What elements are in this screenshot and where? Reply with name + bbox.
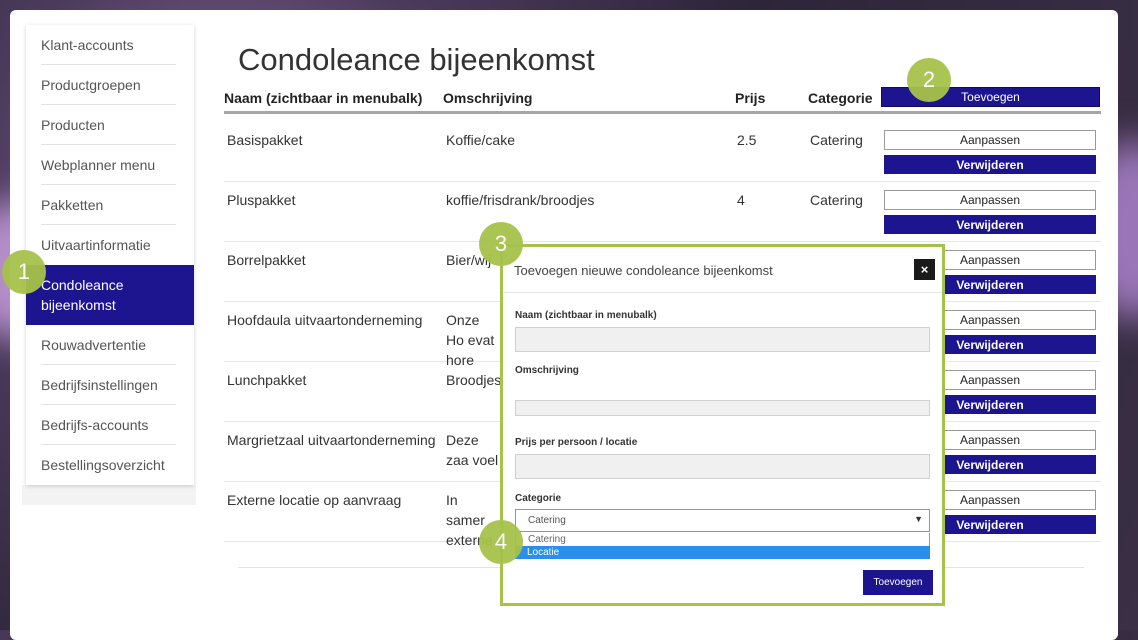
sidebar-item-label: Klant-accounts bbox=[41, 37, 134, 53]
description-field[interactable] bbox=[515, 400, 930, 416]
sidebar-item-condoleance-bijeenkomst[interactable]: Condoleance bijeenkomst bbox=[26, 265, 194, 325]
category-option-locatie[interactable]: Locatie bbox=[515, 546, 930, 559]
add-modal: Toevoegen nieuwe condoleance bijeenkomst… bbox=[500, 244, 945, 606]
table-row: Pluspakket koffie/frisdrank/broodjes 4 C… bbox=[224, 181, 1101, 242]
price-field-label: Prijs per persoon / locatie bbox=[515, 437, 638, 448]
sidebar-item-label: Pakketten bbox=[41, 197, 104, 213]
sidebar-item-label: Condoleance bijeenkomst bbox=[41, 277, 124, 313]
delete-button[interactable]: Verwijderen bbox=[884, 215, 1096, 234]
row-name: Basispakket bbox=[227, 132, 303, 148]
row-category: Catering bbox=[810, 132, 863, 148]
name-field[interactable] bbox=[515, 327, 930, 352]
sidebar-item-producten[interactable]: Producten bbox=[26, 105, 194, 145]
sidebar-item-rouwadvertentie[interactable]: Rouwadvertentie bbox=[26, 325, 194, 365]
sidebar-item-label: Rouwadvertentie bbox=[41, 337, 147, 353]
row-description: Deze zaa voel bbox=[446, 432, 499, 468]
row-price: 2.5 bbox=[737, 132, 757, 148]
category-field-label: Categorie bbox=[515, 493, 562, 504]
row-description: Koffie/cake bbox=[446, 132, 516, 148]
close-icon[interactable]: × bbox=[914, 259, 935, 280]
price-field[interactable] bbox=[515, 454, 930, 479]
sidebar-item-label: Bedrijfsinstellingen bbox=[41, 377, 158, 393]
table-header-divider bbox=[224, 111, 1101, 114]
row-category: Catering bbox=[810, 192, 863, 208]
modal-divider bbox=[503, 292, 942, 293]
delete-button[interactable]: Verwijderen bbox=[884, 155, 1096, 174]
sidebar-item-label: Producten bbox=[41, 117, 105, 133]
row-name: Lunchpakket bbox=[227, 372, 307, 388]
row-name: Externe locatie op aanvraag bbox=[227, 492, 402, 508]
sidebar-item-bedrijfsinstellingen[interactable]: Bedrijfsinstellingen bbox=[26, 365, 194, 405]
modal-add-button[interactable]: Toevoegen bbox=[863, 570, 933, 595]
table-row: Basispakket Koffie/cake 2.5 Catering Aan… bbox=[224, 121, 1101, 182]
sidebar-nav: Klant-accounts Productgroepen Producten … bbox=[26, 25, 194, 485]
annotation-badge-1: 1 bbox=[2, 250, 46, 294]
category-select[interactable]: Catering ▼ bbox=[515, 509, 930, 532]
row-description: koffie/frisdrank/broodjes bbox=[446, 192, 595, 208]
sidebar-item-webplanner-menu[interactable]: Webplanner menu bbox=[26, 145, 194, 185]
sidebar-footer bbox=[22, 485, 196, 505]
sidebar-item-uitvaartinformatie[interactable]: Uitvaartinformatie bbox=[26, 225, 194, 265]
row-name: Margrietzaal uitvaartonderneming bbox=[227, 432, 436, 448]
sidebar-item-label: Bedrijfs-accounts bbox=[41, 417, 149, 433]
sidebar-item-label: Bestellingsoverzicht bbox=[41, 457, 165, 473]
name-field-label: Naam (zichtbaar in menubalk) bbox=[515, 310, 657, 321]
column-header-price: Prijs bbox=[735, 90, 766, 106]
modal-title: Toevoegen nieuwe condoleance bijeenkomst bbox=[514, 263, 773, 278]
sidebar-item-label: Webplanner menu bbox=[41, 157, 156, 173]
column-header-name: Naam (zichtbaar in menubalk) bbox=[224, 90, 423, 106]
chevron-down-icon: ▼ bbox=[914, 514, 923, 524]
annotation-badge-3: 3 bbox=[479, 222, 523, 266]
category-option-catering[interactable]: Catering bbox=[515, 533, 930, 546]
sidebar-item-bestellingsoverzicht[interactable]: Bestellingsoverzicht bbox=[26, 445, 194, 485]
page-title: Condoleance bijeenkomst bbox=[238, 42, 595, 77]
edit-button[interactable]: Aanpassen bbox=[884, 190, 1096, 210]
sidebar-item-productgroepen[interactable]: Productgroepen bbox=[26, 65, 194, 105]
annotation-badge-4: 4 bbox=[479, 520, 523, 564]
sidebar-item-klant-accounts[interactable]: Klant-accounts bbox=[26, 25, 194, 65]
row-name: Borrelpakket bbox=[227, 252, 306, 268]
row-name: Hoofdaula uitvaartonderneming bbox=[227, 312, 423, 328]
sidebar-item-pakketten[interactable]: Pakketten bbox=[26, 185, 194, 225]
description-field-label: Omschrijving bbox=[515, 365, 579, 376]
sidebar-item-bedrijfs-accounts[interactable]: Bedrijfs-accounts bbox=[26, 405, 194, 445]
column-header-description: Omschrijving bbox=[443, 90, 533, 106]
category-selected-value: Catering bbox=[528, 515, 566, 526]
row-price: 4 bbox=[737, 192, 745, 208]
row-name: Pluspakket bbox=[227, 192, 296, 208]
sidebar-item-label: Productgroepen bbox=[41, 77, 141, 93]
column-header-category: Categorie bbox=[808, 90, 873, 106]
edit-button[interactable]: Aanpassen bbox=[884, 130, 1096, 150]
annotation-badge-2: 2 bbox=[907, 58, 951, 102]
sidebar-item-label: Uitvaartinformatie bbox=[41, 237, 151, 253]
